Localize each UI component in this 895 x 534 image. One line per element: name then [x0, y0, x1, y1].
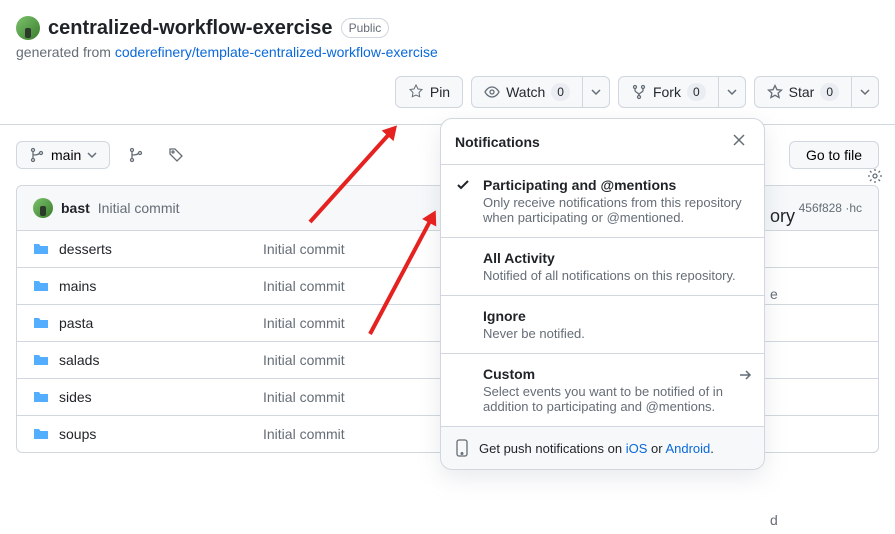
folder-icon: [33, 278, 49, 294]
chevron-down-icon: [860, 87, 870, 97]
star-icon: [767, 84, 783, 100]
footer-text: Get push notifications on: [479, 441, 626, 456]
file-name[interactable]: soups: [59, 426, 96, 442]
star-button[interactable]: Star 0: [754, 76, 852, 108]
star-dropdown[interactable]: [852, 76, 879, 108]
generated-prefix: generated from: [16, 44, 115, 60]
option-desc: Never be notified.: [483, 326, 585, 341]
watch-dropdown[interactable]: [583, 76, 610, 108]
branch-name: main: [51, 147, 81, 163]
close-button[interactable]: [728, 129, 750, 154]
repo-name[interactable]: centralized-workflow-exercise: [48, 17, 333, 40]
fork-icon: [631, 84, 647, 100]
fork-button[interactable]: Fork 0: [618, 76, 719, 108]
popover-title: Notifications: [455, 134, 540, 150]
arrow-right-icon: [738, 368, 752, 385]
file-name[interactable]: desserts: [59, 241, 112, 257]
popover-footer: Get push notifications on iOS or Android…: [441, 426, 764, 469]
close-icon: [732, 133, 746, 147]
option-desc: Notified of all notifications on this re…: [483, 268, 736, 283]
folder-icon: [33, 315, 49, 331]
mobile-icon: [455, 439, 469, 457]
option-participating[interactable]: Participating and @mentions Only receive…: [441, 165, 764, 238]
generated-from: generated from coderefinery/template-cen…: [16, 44, 879, 60]
branch-select[interactable]: main: [16, 141, 110, 169]
option-title: Participating and @mentions: [483, 177, 750, 193]
fork-dropdown[interactable]: [719, 76, 746, 108]
watch-count: 0: [551, 83, 570, 101]
tag-icon: [168, 147, 184, 163]
folder-icon: [33, 241, 49, 257]
star-count: 0: [820, 83, 839, 101]
watch-button-group: Watch 0: [471, 76, 610, 108]
folder-icon: [33, 426, 49, 442]
option-title: Ignore: [483, 308, 585, 324]
author-avatar[interactable]: [33, 198, 53, 218]
android-link[interactable]: Android: [665, 441, 710, 456]
check-icon: [455, 177, 473, 225]
chevron-down-icon: [591, 87, 601, 97]
star-label: Star: [789, 82, 815, 102]
ghost-text: e: [770, 286, 778, 302]
pin-button[interactable]: Pin: [395, 76, 463, 108]
fork-label: Fork: [653, 82, 681, 102]
template-link[interactable]: coderefinery/template-centralized-workfl…: [115, 44, 438, 60]
file-name[interactable]: mains: [59, 278, 96, 294]
option-title: All Activity: [483, 250, 736, 266]
chevron-down-icon: [87, 150, 97, 160]
branch-icon: [29, 147, 45, 163]
watch-label: Watch: [506, 82, 545, 102]
fork-count: 0: [687, 83, 706, 101]
commit-message[interactable]: Initial commit: [98, 200, 180, 216]
branch-icon: [128, 147, 144, 163]
option-desc: Select events you want to be notified of…: [483, 384, 750, 414]
option-custom[interactable]: Custom Select events you want to be noti…: [441, 354, 764, 426]
star-button-group: Star 0: [754, 76, 879, 108]
tags-button[interactable]: [162, 141, 190, 169]
branches-button[interactable]: [122, 141, 150, 169]
watch-button[interactable]: Watch 0: [471, 76, 583, 108]
option-title: Custom: [483, 366, 750, 382]
go-to-file-button[interactable]: Go to file: [789, 141, 879, 169]
ghost-text: d: [770, 512, 778, 528]
visibility-badge: Public: [341, 18, 390, 38]
commit-sha[interactable]: 456f828: [799, 201, 842, 215]
file-name[interactable]: pasta: [59, 315, 93, 331]
eye-icon: [484, 84, 500, 100]
folder-icon: [33, 389, 49, 405]
ghost-text: ory: [770, 206, 795, 227]
fork-button-group: Fork 0: [618, 76, 746, 108]
repo-header: centralized-workflow-exercise Public gen…: [0, 0, 895, 76]
ios-link[interactable]: iOS: [626, 441, 648, 456]
option-ignore[interactable]: Ignore Never be notified.: [441, 296, 764, 354]
commit-meta-suffix: ·hc: [845, 201, 862, 215]
folder-icon: [33, 352, 49, 368]
about-settings-button[interactable]: [867, 168, 883, 187]
chevron-down-icon: [727, 87, 737, 97]
footer-or: or: [647, 441, 665, 456]
footer-period: .: [710, 441, 714, 456]
file-name[interactable]: sides: [59, 389, 92, 405]
file-name[interactable]: salads: [59, 352, 99, 368]
option-all-activity[interactable]: All Activity Notified of all notificatio…: [441, 238, 764, 296]
option-desc: Only receive notifications from this rep…: [483, 195, 750, 225]
notifications-popover: Notifications Participating and @mention…: [440, 118, 765, 470]
pin-icon: [408, 84, 424, 100]
owner-avatar[interactable]: [16, 16, 40, 40]
author-name[interactable]: bast: [61, 200, 90, 216]
pin-label: Pin: [430, 82, 450, 102]
